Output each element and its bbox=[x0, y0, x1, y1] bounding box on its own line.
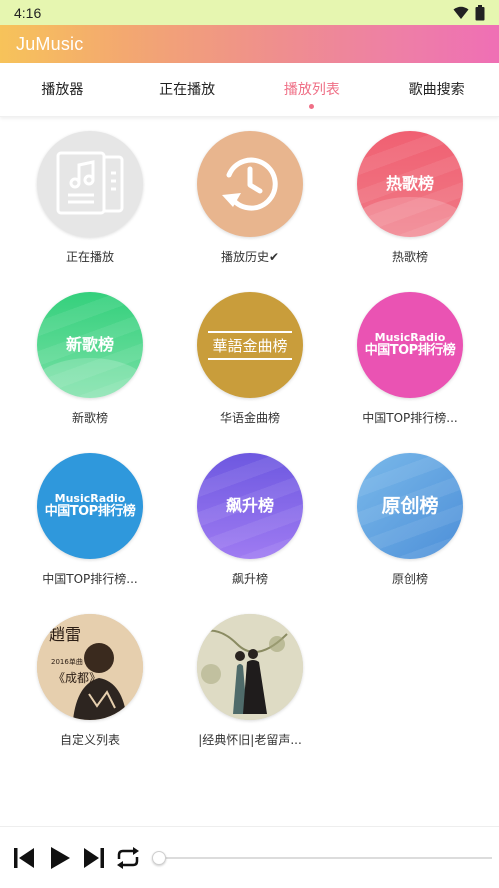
cover-title: 新歌榜 bbox=[65, 335, 114, 355]
cover-title: 原创榜 bbox=[381, 494, 439, 517]
playlist-cover: 華語金曲榜 bbox=[197, 292, 303, 398]
music-radio-logo: MusicRadio 中国TOP排行榜 bbox=[44, 493, 136, 519]
playlist-label: 新歌榜 bbox=[71, 411, 108, 425]
player-bar bbox=[0, 826, 499, 888]
repeat-icon bbox=[117, 846, 139, 869]
active-tab-indicator bbox=[309, 104, 315, 109]
tab-now-playing[interactable]: 正在播放 bbox=[125, 63, 250, 116]
cover-title: 热歌榜 bbox=[385, 174, 434, 194]
playlist-label: 正在播放 bbox=[65, 250, 114, 264]
playlist-cover: MusicRadio 中国TOP排行榜 bbox=[357, 292, 463, 398]
playlist-cover: 趙雷 《成都》 2016单曲 bbox=[37, 614, 143, 720]
next-icon bbox=[84, 847, 104, 868]
playlist-label: 自定义列表 bbox=[59, 733, 120, 747]
history-clock-icon bbox=[222, 157, 278, 211]
tab-label: 歌曲搜索 bbox=[408, 81, 465, 98]
tab-song-search[interactable]: 歌曲搜索 bbox=[374, 63, 499, 116]
playlist-item-classic[interactable]: |经典怀旧|老留声... bbox=[170, 611, 330, 772]
playlist-item-chinese-gold[interactable]: 華語金曲榜 华语金曲榜 bbox=[170, 289, 330, 450]
playlist-label: |经典怀旧|老留声... bbox=[198, 733, 302, 747]
playlist-label: 华语金曲榜 bbox=[219, 411, 280, 425]
status-bar: 4:16 bbox=[0, 0, 499, 25]
repeat-button[interactable] bbox=[112, 842, 144, 874]
music-document-icon bbox=[56, 151, 124, 215]
progress-thumb[interactable] bbox=[152, 850, 166, 865]
album-art-image: 趙雷 《成都》 2016单曲 bbox=[37, 614, 143, 720]
playlist-label: 热歌榜 bbox=[391, 250, 428, 264]
cover-title: 飙升榜 bbox=[225, 496, 274, 516]
status-time: 4:16 bbox=[14, 4, 42, 21]
playlist-cover bbox=[197, 131, 303, 237]
cover-logo-bottom: 中国TOP排行榜 bbox=[44, 503, 136, 519]
playlist-item-custom[interactable]: 趙雷 《成都》 2016单曲 自定义列表 bbox=[10, 611, 170, 772]
tab-bar: 播放器 正在播放 播放列表 歌曲搜索 bbox=[0, 63, 499, 117]
playlist-grid: 正在播放 播放历史✔ 热歌榜 热歌榜 新歌榜 新歌榜 華語金曲榜 华语金曲榜 M… bbox=[0, 128, 499, 772]
playlist-cover: 热歌榜 bbox=[357, 131, 463, 237]
album-art-image bbox=[197, 614, 303, 720]
play-icon bbox=[51, 846, 70, 869]
playlist-label: 中国TOP排行榜... bbox=[362, 411, 458, 425]
playlist-item-hot[interactable]: 热歌榜 热歌榜 bbox=[330, 128, 490, 289]
playlist-cover: 飙升榜 bbox=[197, 453, 303, 559]
app-title: JuMusic bbox=[16, 33, 84, 54]
playlist-item-china-top-1[interactable]: MusicRadio 中国TOP排行榜 中国TOP排行榜... bbox=[330, 289, 490, 450]
svg-text:《成都》: 《成都》 bbox=[53, 671, 101, 685]
playlist-label: 播放历史✔ bbox=[220, 250, 280, 264]
playlist-cover: 原创榜 bbox=[357, 453, 463, 559]
cover-title: 華語金曲榜 bbox=[212, 336, 288, 355]
playlist-cover bbox=[37, 131, 143, 237]
play-button[interactable] bbox=[44, 842, 76, 874]
next-button[interactable] bbox=[78, 842, 110, 874]
playlist-item-rising[interactable]: 飙升榜 飙升榜 bbox=[170, 450, 330, 611]
cover-logo-bottom: 中国TOP排行榜 bbox=[364, 342, 456, 358]
playlist-item-new[interactable]: 新歌榜 新歌榜 bbox=[10, 289, 170, 450]
battery-icon bbox=[475, 4, 485, 20]
wifi-icon bbox=[453, 6, 469, 19]
tab-label: 播放器 bbox=[41, 81, 84, 98]
tab-label: 播放列表 bbox=[283, 81, 340, 98]
progress-track bbox=[158, 856, 492, 859]
tab-label: 正在播放 bbox=[159, 81, 216, 98]
app-bar: JuMusic bbox=[0, 25, 499, 63]
progress-slider[interactable] bbox=[152, 848, 492, 868]
playlist-label: 中国TOP排行榜... bbox=[42, 572, 138, 586]
playlist-cover: MusicRadio 中国TOP排行榜 bbox=[37, 453, 143, 559]
music-radio-logo: MusicRadio 中国TOP排行榜 bbox=[364, 332, 456, 358]
previous-button[interactable] bbox=[8, 842, 40, 874]
playlist-cover: 新歌榜 bbox=[37, 292, 143, 398]
playlist-item-history[interactable]: 播放历史✔ bbox=[170, 128, 330, 289]
status-icons bbox=[453, 4, 485, 21]
playlist-label: 飙升榜 bbox=[231, 572, 268, 586]
svg-text:趙雷: 趙雷 bbox=[49, 625, 81, 644]
playlist-item-original[interactable]: 原创榜 原创榜 bbox=[330, 450, 490, 611]
playlist-item-china-top-2[interactable]: MusicRadio 中国TOP排行榜 中国TOP排行榜... bbox=[10, 450, 170, 611]
svg-text:2016单曲: 2016单曲 bbox=[51, 657, 83, 666]
tab-player[interactable]: 播放器 bbox=[0, 63, 125, 116]
playlist-label: 原创榜 bbox=[391, 572, 428, 586]
playlist-cover bbox=[197, 614, 303, 720]
tab-playlists[interactable]: 播放列表 bbox=[250, 63, 375, 116]
previous-icon bbox=[14, 847, 34, 868]
playlist-item-now-playing[interactable]: 正在播放 bbox=[10, 128, 170, 289]
